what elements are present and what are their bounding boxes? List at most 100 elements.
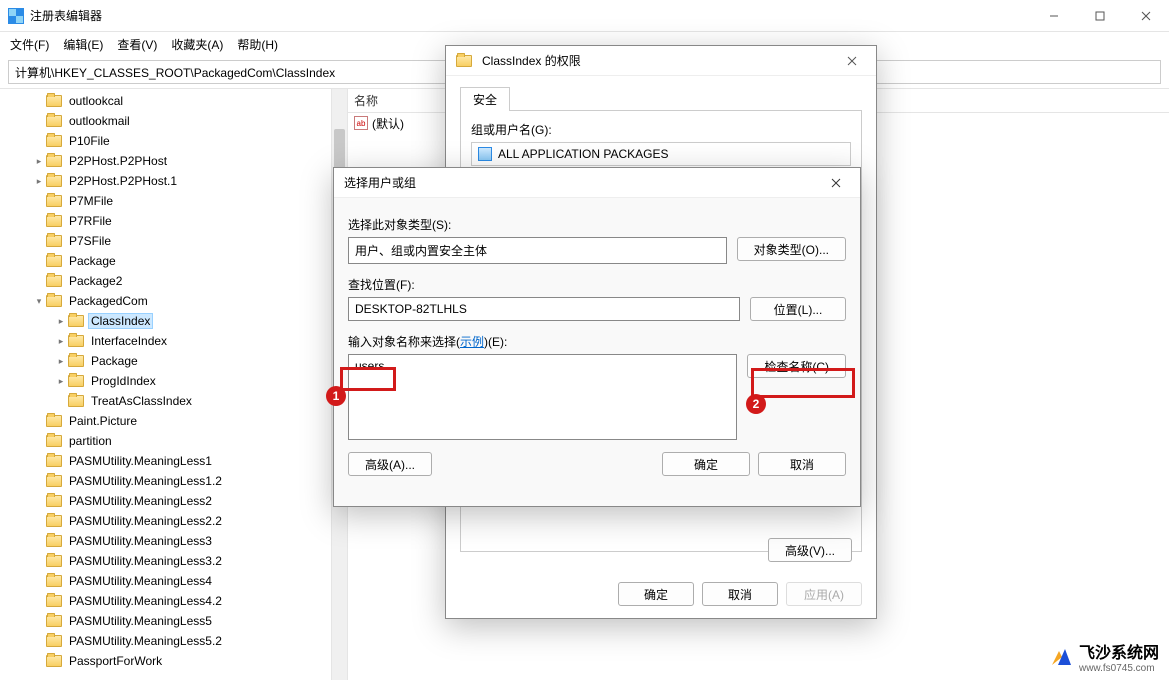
window-titlebar: 注册表编辑器	[0, 0, 1169, 32]
tree-item[interactable]: PassportForWork	[4, 651, 347, 671]
menu-file[interactable]: 文件(F)	[4, 34, 55, 55]
tree-item[interactable]: PASMUtility.MeaningLess4	[4, 571, 347, 591]
folder-icon	[68, 315, 84, 327]
permissions-close-button[interactable]	[838, 50, 866, 72]
folder-icon	[68, 335, 84, 347]
close-button[interactable]	[1123, 0, 1169, 32]
folder-icon	[46, 255, 62, 267]
object-names-input[interactable]	[348, 354, 737, 440]
tree-item[interactable]: PASMUtility.MeaningLess2	[4, 491, 347, 511]
select-ok-button[interactable]: 确定	[662, 452, 750, 476]
tree-item[interactable]: ▸Package	[4, 351, 347, 371]
chevron-right-icon[interactable]: ▸	[54, 334, 68, 348]
maximize-button[interactable]	[1077, 0, 1123, 32]
tab-security[interactable]: 安全	[460, 87, 510, 111]
tree-item-label: TreatAsClassIndex	[88, 393, 195, 409]
menu-help[interactable]: 帮助(H)	[231, 34, 284, 55]
tree-item[interactable]: P10File	[4, 131, 347, 151]
tree-item[interactable]: PASMUtility.MeaningLess4.2	[4, 591, 347, 611]
tree-item[interactable]: outlookmail	[4, 111, 347, 131]
minimize-button[interactable]	[1031, 0, 1077, 32]
select-advanced-button[interactable]: 高级(A)...	[348, 452, 432, 476]
tree-item-label: P2PHost.P2PHost.1	[66, 173, 180, 189]
twisty-none	[32, 434, 46, 448]
tree-item[interactable]: ▸ClassIndex	[4, 311, 347, 331]
chevron-down-icon[interactable]: ▾	[32, 294, 46, 308]
tree-item[interactable]: Package2	[4, 271, 347, 291]
permissions-ok-button[interactable]: 确定	[618, 582, 694, 606]
folder-icon	[46, 475, 62, 487]
group-users-listbox[interactable]: ALL APPLICATION PACKAGES	[471, 142, 851, 166]
folder-icon	[46, 175, 62, 187]
menu-edit[interactable]: 编辑(E)	[57, 34, 109, 55]
tree-item[interactable]: PASMUtility.MeaningLess1	[4, 451, 347, 471]
tree-item[interactable]: PASMUtility.MeaningLess5	[4, 611, 347, 631]
object-types-button[interactable]: 对象类型(O)...	[737, 237, 846, 261]
tree-item[interactable]: TreatAsClassIndex	[4, 391, 347, 411]
watermark: 飞沙系统网 www.fs0745.com	[1049, 639, 1159, 674]
menu-view[interactable]: 查看(V)	[111, 34, 163, 55]
tree-item[interactable]: ▸InterfaceIndex	[4, 331, 347, 351]
tree-item[interactable]: Package	[4, 251, 347, 271]
tree-item[interactable]: ▸ ProgIdIndex	[4, 371, 347, 391]
tree-item-label: Package2	[66, 273, 125, 289]
tree-item[interactable]: PASMUtility.MeaningLess3.2	[4, 551, 347, 571]
tree-item-label: P10File	[66, 133, 113, 149]
folder-icon	[46, 415, 62, 427]
folder-icon	[46, 495, 62, 507]
tree-item[interactable]: ▸ P2PHost.P2PHost.1	[4, 171, 347, 191]
folder-icon	[46, 275, 62, 287]
value-name: (默认)	[372, 115, 404, 132]
permissions-cancel-button[interactable]: 取消	[702, 582, 778, 606]
twisty-none	[32, 574, 46, 588]
tree-item[interactable]: PASMUtility.MeaningLess3	[4, 531, 347, 551]
tree-item[interactable]: PASMUtility.MeaningLess5.2	[4, 631, 347, 651]
tree-item[interactable]: PASMUtility.MeaningLess1.2	[4, 471, 347, 491]
tree-item[interactable]: ▾ PackagedCom	[4, 291, 347, 311]
chevron-right-icon[interactable]: ▸	[54, 314, 68, 328]
chevron-right-icon[interactable]: ▸	[54, 354, 68, 368]
twisty-none	[32, 534, 46, 548]
object-type-field: 用户、组或内置安全主体	[348, 237, 727, 264]
tree-item-label: PASMUtility.MeaningLess5	[66, 613, 215, 629]
locations-button[interactable]: 位置(L)...	[750, 297, 846, 321]
check-names-button[interactable]: 检查名称(C)	[747, 354, 846, 378]
tree-item-label: PASMUtility.MeaningLess2	[66, 493, 215, 509]
permissions-apply-button[interactable]: 应用(A)	[786, 582, 862, 606]
twisty-none	[32, 634, 46, 648]
select-dialog-close-button[interactable]	[822, 172, 850, 194]
tree-item[interactable]: PASMUtility.MeaningLess2.2	[4, 511, 347, 531]
tree-item-label: PASMUtility.MeaningLess5.2	[66, 633, 225, 649]
tree-item[interactable]: P7RFile	[4, 211, 347, 231]
tree-item-label: PackagedCom	[66, 293, 151, 309]
window-title: 注册表编辑器	[30, 7, 102, 24]
folder-icon	[46, 615, 62, 627]
tree-item-label: partition	[66, 433, 115, 449]
group-users-item: ALL APPLICATION PACKAGES	[498, 147, 669, 161]
folder-icon	[68, 355, 84, 367]
tree-item-label: PASMUtility.MeaningLess1.2	[66, 473, 225, 489]
tree-item[interactable]: P7SFile	[4, 231, 347, 251]
tree-item[interactable]: ▸P2PHost.P2PHost	[4, 151, 347, 171]
tree-item[interactable]: partition	[4, 431, 347, 451]
select-cancel-button[interactable]: 取消	[758, 452, 846, 476]
folder-icon	[46, 555, 62, 567]
chevron-right-icon[interactable]: ▸	[32, 174, 46, 188]
twisty-none	[32, 214, 46, 228]
examples-link[interactable]: 示例	[460, 335, 484, 349]
chevron-right-icon[interactable]: ▸	[54, 374, 68, 388]
folder-icon	[46, 115, 62, 127]
chevron-right-icon[interactable]: ▸	[32, 154, 46, 168]
twisty-none	[32, 494, 46, 508]
tree-item[interactable]: Paint.Picture	[4, 411, 347, 431]
folder-icon	[456, 55, 472, 67]
tree-item-label: ProgIdIndex	[88, 373, 159, 389]
tree-item[interactable]: P7MFile	[4, 191, 347, 211]
tree-item[interactable]: outlookcal	[4, 91, 347, 111]
tree-item-label: P7MFile	[66, 193, 116, 209]
folder-icon	[46, 135, 62, 147]
permissions-advanced-button[interactable]: 高级(V)...	[768, 538, 852, 562]
object-names-label: 输入对象名称来选择(示例)(E):	[348, 333, 846, 350]
tree-pane[interactable]: outlookcaloutlookmailP10File▸P2PHost.P2P…	[0, 89, 348, 680]
menu-favorites[interactable]: 收藏夹(A)	[165, 34, 229, 55]
